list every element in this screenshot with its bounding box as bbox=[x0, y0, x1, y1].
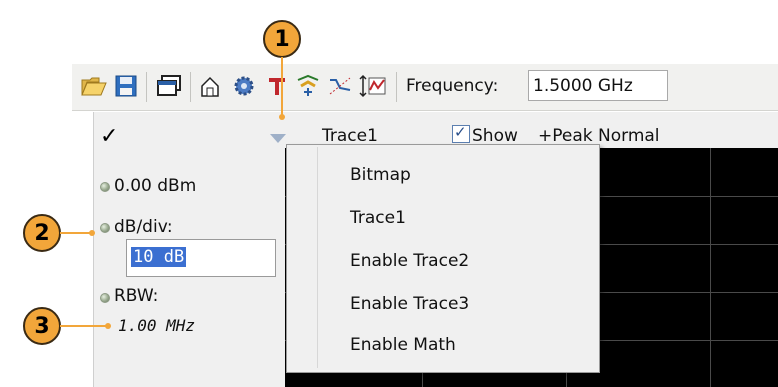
home-export-icon[interactable] bbox=[196, 73, 224, 99]
grid-line bbox=[710, 148, 711, 387]
menu-item-trace1[interactable]: Trace1 bbox=[350, 208, 406, 228]
gear-icon[interactable] bbox=[230, 73, 258, 99]
show-label: Show bbox=[472, 126, 518, 146]
toolbar-separator bbox=[396, 72, 397, 102]
callout-1: 1 bbox=[263, 20, 301, 58]
toolbar-separator bbox=[146, 72, 147, 102]
trace-context-menu: Bitmap Trace1 Enable Trace2 Enable Trace… bbox=[286, 144, 600, 373]
callout-2-dot bbox=[89, 230, 95, 236]
menu-item-enable-math[interactable]: Enable Math bbox=[350, 335, 456, 355]
toolbar: Frequency: 1.5000 GHz bbox=[72, 64, 778, 111]
scale-trace-icon[interactable] bbox=[358, 73, 388, 99]
menu-item-enable-trace3[interactable]: Enable Trace3 bbox=[350, 294, 469, 314]
trace-dropdown-icon[interactable] bbox=[270, 134, 286, 143]
open-folder-icon[interactable] bbox=[80, 73, 108, 99]
callout-3-leader bbox=[60, 325, 108, 327]
rbw-label: RBW: bbox=[114, 286, 159, 306]
db-div-value: 10 dB bbox=[131, 247, 187, 267]
trace-icon[interactable] bbox=[326, 73, 354, 99]
detection-label[interactable]: +Peak Normal bbox=[538, 126, 660, 146]
frequency-input[interactable]: 1.5000 GHz bbox=[528, 70, 668, 101]
menu-item-enable-trace2[interactable]: Enable Trace2 bbox=[350, 251, 469, 271]
frequency-label: Frequency: bbox=[406, 76, 499, 96]
show-checkbox[interactable] bbox=[452, 123, 470, 143]
menu-item-bitmap[interactable]: Bitmap bbox=[350, 165, 411, 185]
callout-1-dot bbox=[279, 114, 285, 120]
menu-gutter bbox=[317, 147, 318, 368]
callout-2-leader bbox=[60, 232, 92, 234]
save-icon[interactable] bbox=[112, 73, 140, 99]
callout-3: 3 bbox=[23, 307, 61, 345]
db-div-input[interactable]: 10 dB bbox=[126, 239, 276, 277]
rbw-indicator-icon bbox=[100, 293, 110, 303]
rbw-value[interactable]: 1.00 MHz bbox=[118, 316, 195, 335]
db-div-label: dB/div: bbox=[114, 217, 173, 237]
db-div-indicator-icon bbox=[100, 223, 110, 233]
toolbar-separator bbox=[190, 72, 191, 102]
ref-level-value[interactable]: 0.00 dBm bbox=[114, 176, 196, 196]
text-marker-icon[interactable] bbox=[264, 73, 290, 99]
callout-2: 2 bbox=[23, 214, 61, 252]
ref-level-indicator-icon bbox=[100, 182, 110, 192]
trace-name[interactable]: Trace1 bbox=[322, 126, 378, 146]
callout-3-dot bbox=[105, 323, 111, 329]
window-icon[interactable] bbox=[154, 73, 184, 99]
checkmark-icon[interactable]: ✓ bbox=[100, 124, 118, 149]
peak-marker-icon[interactable] bbox=[294, 73, 322, 99]
callout-1-leader bbox=[281, 57, 283, 117]
